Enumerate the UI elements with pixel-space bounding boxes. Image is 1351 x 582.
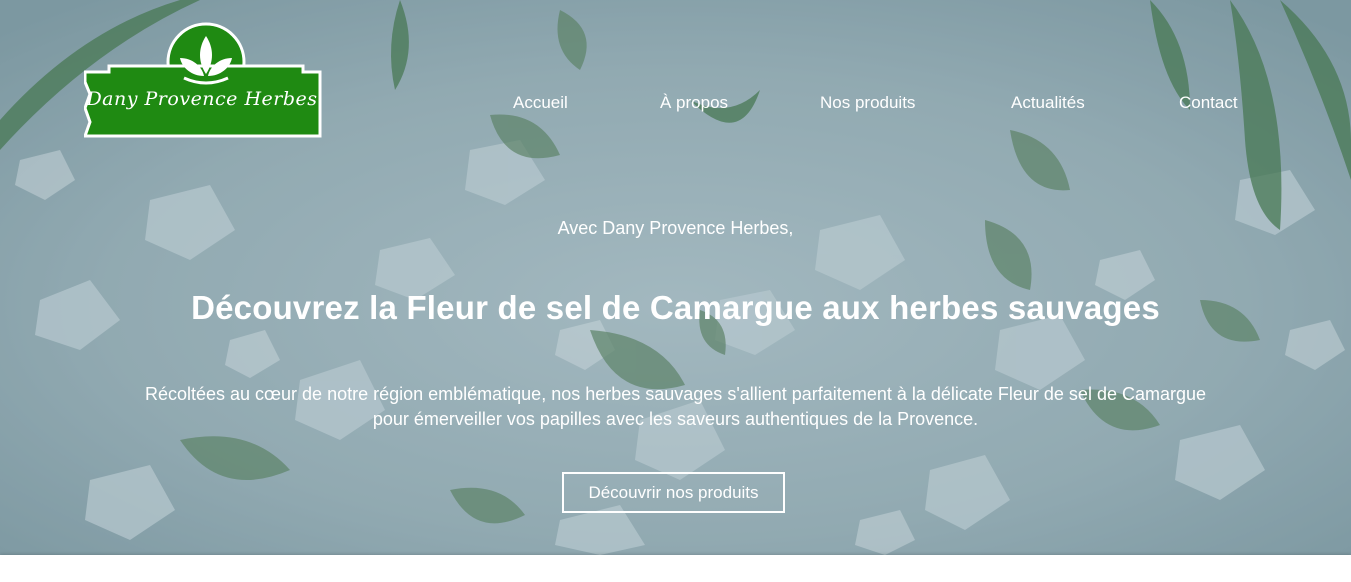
discover-products-button[interactable]: Découvrir nos produits [562,472,785,513]
main-nav: Accueil À propos Nos produits Actualités… [0,93,1351,115]
hero-headline: Découvrez la Fleur de sel de Camargue au… [191,289,1160,326]
nav-item-a-propos[interactable]: À propos [660,93,728,113]
hero-description: Récoltées au cœur de notre région emblém… [144,384,1207,429]
nav-item-nos-produits[interactable]: Nos produits [820,93,915,113]
nav-item-contact[interactable]: Contact [1179,93,1238,113]
nav-item-actualites[interactable]: Actualités [1011,93,1085,113]
logo-badge [82,22,322,138]
discover-products-label: Découvrir nos produits [588,482,759,502]
hero-section: Dany Provence Herbes Accueil À propos No… [0,0,1351,555]
page-bottom-band [0,555,1351,582]
nav-item-accueil[interactable]: Accueil [513,93,568,113]
hero-tagline: Avec Dany Provence Herbes, [557,218,794,238]
brand-logo[interactable]: Dany Provence Herbes [82,22,322,138]
